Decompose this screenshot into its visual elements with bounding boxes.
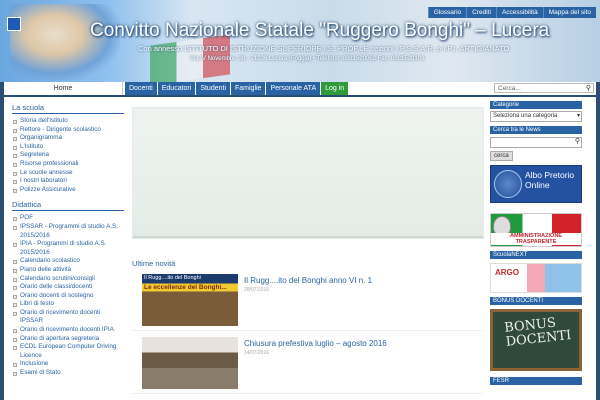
- site-subtitle: Con annesso ISTITUTO DI ISTRUZIONE SUPER…: [138, 44, 510, 53]
- top-link-glossario[interactable]: Glossario: [427, 7, 467, 18]
- news-title[interactable]: Chiusura prefestiva luglio – agosto 2016: [244, 339, 387, 348]
- section-title-didattica: Didattica: [12, 200, 124, 212]
- republic-seal-icon: [494, 170, 522, 198]
- nav-educatori[interactable]: Educatori: [157, 82, 196, 95]
- menu-item[interactable]: Le scuole annesse: [12, 169, 124, 178]
- fesr-title: FESR: [490, 377, 582, 385]
- menu-item[interactable]: L'Istituto: [12, 143, 124, 152]
- site-address: Via IV Novembre, 38 - 71036 Lucera (Fogg…: [190, 56, 425, 62]
- header-photo: [10, 4, 120, 80]
- news-search-title: Cerca tra le News: [490, 126, 582, 134]
- menu-item[interactable]: Rettore - Dirigente scolastico: [12, 126, 124, 135]
- top-links: Glossario Crediti Accessibilità Mappa de…: [427, 7, 596, 18]
- menu-item[interactable]: Esami di Stato: [12, 369, 124, 378]
- thumb-top-label: Il Rugg....ito del Bonghi: [142, 274, 238, 282]
- menu-item[interactable]: Orario delle classi/docenti: [12, 283, 124, 292]
- site-title[interactable]: Convitto Nazionale Statale "Ruggero Bong…: [90, 20, 549, 42]
- menu-item[interactable]: I nostri laboratori: [12, 177, 124, 186]
- menu-item[interactable]: Orario di apertura segreteria: [12, 335, 124, 344]
- category-select-value: Seleziona una categoria: [493, 113, 558, 119]
- slider-progress-bar: [133, 236, 483, 238]
- latest-news-title: Ultime novità: [132, 259, 176, 268]
- top-link-crediti[interactable]: Crediti: [466, 7, 496, 18]
- menu-item[interactable]: Calendario scrutini/consigli: [12, 275, 124, 284]
- nav-famiglie[interactable]: Famiglie: [231, 82, 266, 95]
- search-placeholder: Cerca...: [498, 85, 521, 92]
- news-date: 28/07/2016: [244, 287, 270, 293]
- search-icon[interactable]: ⚲: [586, 84, 591, 94]
- menu-item[interactable]: Storia dell'Istituto: [12, 117, 124, 126]
- menu-item[interactable]: Organigramma: [12, 134, 124, 143]
- site-header: Glossario Crediti Accessibilità Mappa de…: [0, 0, 600, 82]
- category-select[interactable]: Seleziona una categoria ▾: [490, 111, 582, 122]
- menu-item[interactable]: ECDL European Computer Driving Licence: [12, 343, 124, 360]
- albo-label: Albo Pretorio Online: [525, 170, 575, 190]
- menu-item[interactable]: POF: [12, 214, 124, 223]
- bonus-docenti-banner[interactable]: BONUS DOCENTI: [490, 309, 582, 371]
- menu-item[interactable]: IPIA - Programmi di studio A.S. 2015/201…: [12, 240, 124, 257]
- chevron-down-icon: ▾: [576, 113, 580, 119]
- ammin-label: AMMINISTRAZIONE TRASPARENTE: [491, 233, 581, 245]
- main-nav: Home Docenti Educatori Studenti Famiglie…: [4, 82, 596, 95]
- search-icon[interactable]: ⚲: [575, 137, 580, 145]
- news-date: 14/07/2016: [244, 350, 270, 356]
- center-column: Ultime novità Il Rugg....ito del Bonghi …: [132, 107, 484, 394]
- nav-studenti[interactable]: Studenti: [196, 82, 230, 95]
- menu-item[interactable]: IPSSAR - Programmi di studio A.S. 2015/2…: [12, 223, 124, 240]
- menu-didattica: POF IPSSAR - Programmi di studio A.S. 20…: [12, 214, 124, 377]
- albo-pretorio-banner[interactable]: Albo Pretorio Online: [490, 165, 582, 203]
- search-input[interactable]: Cerca... ⚲: [494, 83, 594, 93]
- nav-items: Docenti Educatori Studenti Famiglie Pers…: [125, 82, 349, 95]
- categories-title: Categorie: [490, 101, 582, 109]
- section-title-la-scuola: La scuola: [12, 103, 124, 114]
- argo-logo: ARGO: [495, 268, 519, 277]
- news-title[interactable]: Il Rugg....ito del Bonghi anno VI n. 1: [244, 276, 372, 285]
- nav-login[interactable]: Log in: [321, 82, 349, 95]
- nav-personale-ata[interactable]: Personale ATA: [266, 82, 321, 95]
- thumb-caption: Le eccellenze del Bonghi...: [144, 284, 227, 291]
- menu-la-scuola: Storia dell'Istituto Rettore - Dirigente…: [12, 117, 124, 194]
- image-slider[interactable]: [132, 107, 484, 239]
- news-thumbnail[interactable]: Il Rugg....ito del Bonghi Le eccellenze …: [142, 274, 238, 326]
- main-content: La scuola Storia dell'Istituto Rettore -…: [4, 97, 596, 400]
- menu-item[interactable]: Orario di ricevimento docenti IPSSAR: [12, 309, 124, 326]
- bonus-docenti-title: BONUS DOCENTI: [490, 297, 582, 305]
- bonus-chalk-text: BONUS DOCENTI: [503, 315, 573, 350]
- menu-item[interactable]: Piano delle attività: [12, 266, 124, 275]
- menu-item[interactable]: Risorse professionali: [12, 160, 124, 169]
- menu-item[interactable]: Inclusione: [12, 360, 124, 369]
- menu-item[interactable]: Polizze Assicurative: [12, 186, 124, 195]
- menu-item[interactable]: Orario di ricevimento docenti IPIA: [12, 326, 124, 335]
- news-search-button[interactable]: cerca: [490, 151, 513, 161]
- scuolanext-title: ScuolaNEXT: [490, 251, 582, 259]
- top-link-accessibilita[interactable]: Accessibilità: [495, 7, 543, 18]
- nav-home[interactable]: Home: [4, 82, 123, 95]
- news-item: Il Rugg....ito del Bonghi Le eccellenze …: [132, 274, 482, 331]
- left-sidebar: La scuola Storia dell'Istituto Rettore -…: [12, 103, 124, 384]
- amministrazione-trasparente-banner[interactable]: AMMINISTRAZIONE TRASPARENTE: [490, 213, 582, 247]
- news-thumbnail[interactable]: [142, 337, 238, 389]
- news-item: Chiusura prefestiva luglio – agosto 2016…: [132, 337, 482, 394]
- menu-item[interactable]: Calendario scolastico: [12, 257, 124, 266]
- menu-item[interactable]: Orario docenti di sostegno: [12, 292, 124, 301]
- nav-docenti[interactable]: Docenti: [125, 82, 157, 95]
- menu-item[interactable]: Segreteria: [12, 151, 124, 160]
- top-link-mappa[interactable]: Mappa del sito: [542, 7, 596, 18]
- eu-logo-icon: [7, 17, 21, 31]
- scuolanext-banner[interactable]: ARGO: [490, 263, 582, 293]
- menu-item[interactable]: Libri di testo: [12, 300, 124, 309]
- right-sidebar: Categorie Seleziona una categoria ▾ Cerc…: [490, 101, 582, 385]
- news-search-input[interactable]: ⚲: [490, 137, 582, 148]
